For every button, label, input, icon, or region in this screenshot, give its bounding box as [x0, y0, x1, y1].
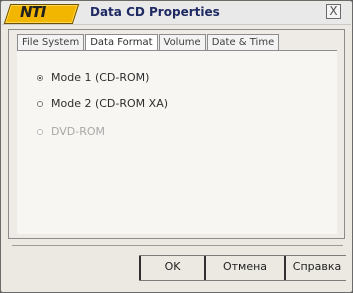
- close-button[interactable]: X: [326, 4, 341, 19]
- button-row: OK Отмена Справка: [139, 255, 346, 281]
- divider: [12, 245, 343, 246]
- data-format-panel: Mode 1 (CD-ROM) Mode 2 (CD-ROM XA) DVD-R…: [17, 50, 337, 234]
- tab-volume[interactable]: Volume: [158, 34, 206, 51]
- title-bar[interactable]: NTI Data CD Properties X: [2, 2, 351, 25]
- help-button[interactable]: Справка: [284, 256, 348, 280]
- mode2-label[interactable]: Mode 2 (CD-ROM XA): [51, 97, 168, 110]
- nti-logo-text: NTI: [20, 3, 46, 21]
- mode1-option[interactable]: Mode 1 (CD-ROM): [37, 71, 149, 84]
- tab-file-system[interactable]: File System: [17, 34, 85, 51]
- dvd-rom-label: DVD-ROM: [51, 125, 106, 138]
- ok-button[interactable]: OK: [139, 256, 204, 280]
- dvd-rom-radio: [37, 128, 43, 135]
- mode2-radio[interactable]: [37, 100, 43, 107]
- properties-content: File System Data Format Volume Date & Ti…: [8, 29, 345, 239]
- window-title: Data CD Properties: [90, 5, 220, 19]
- mode2-option[interactable]: Mode 2 (CD-ROM XA): [37, 97, 168, 110]
- mode1-radio[interactable]: [37, 74, 43, 81]
- properties-window: NTI Data CD Properties X File System Dat…: [0, 0, 353, 293]
- tab-strip: File System Data Format Volume Date & Ti…: [17, 34, 280, 51]
- dvd-rom-option: DVD-ROM: [37, 125, 105, 138]
- mode1-label[interactable]: Mode 1 (CD-ROM): [51, 71, 149, 84]
- cancel-button[interactable]: Отмена: [204, 256, 284, 280]
- tab-date-time[interactable]: Date & Time: [206, 34, 280, 51]
- tab-data-format[interactable]: Data Format: [85, 34, 158, 51]
